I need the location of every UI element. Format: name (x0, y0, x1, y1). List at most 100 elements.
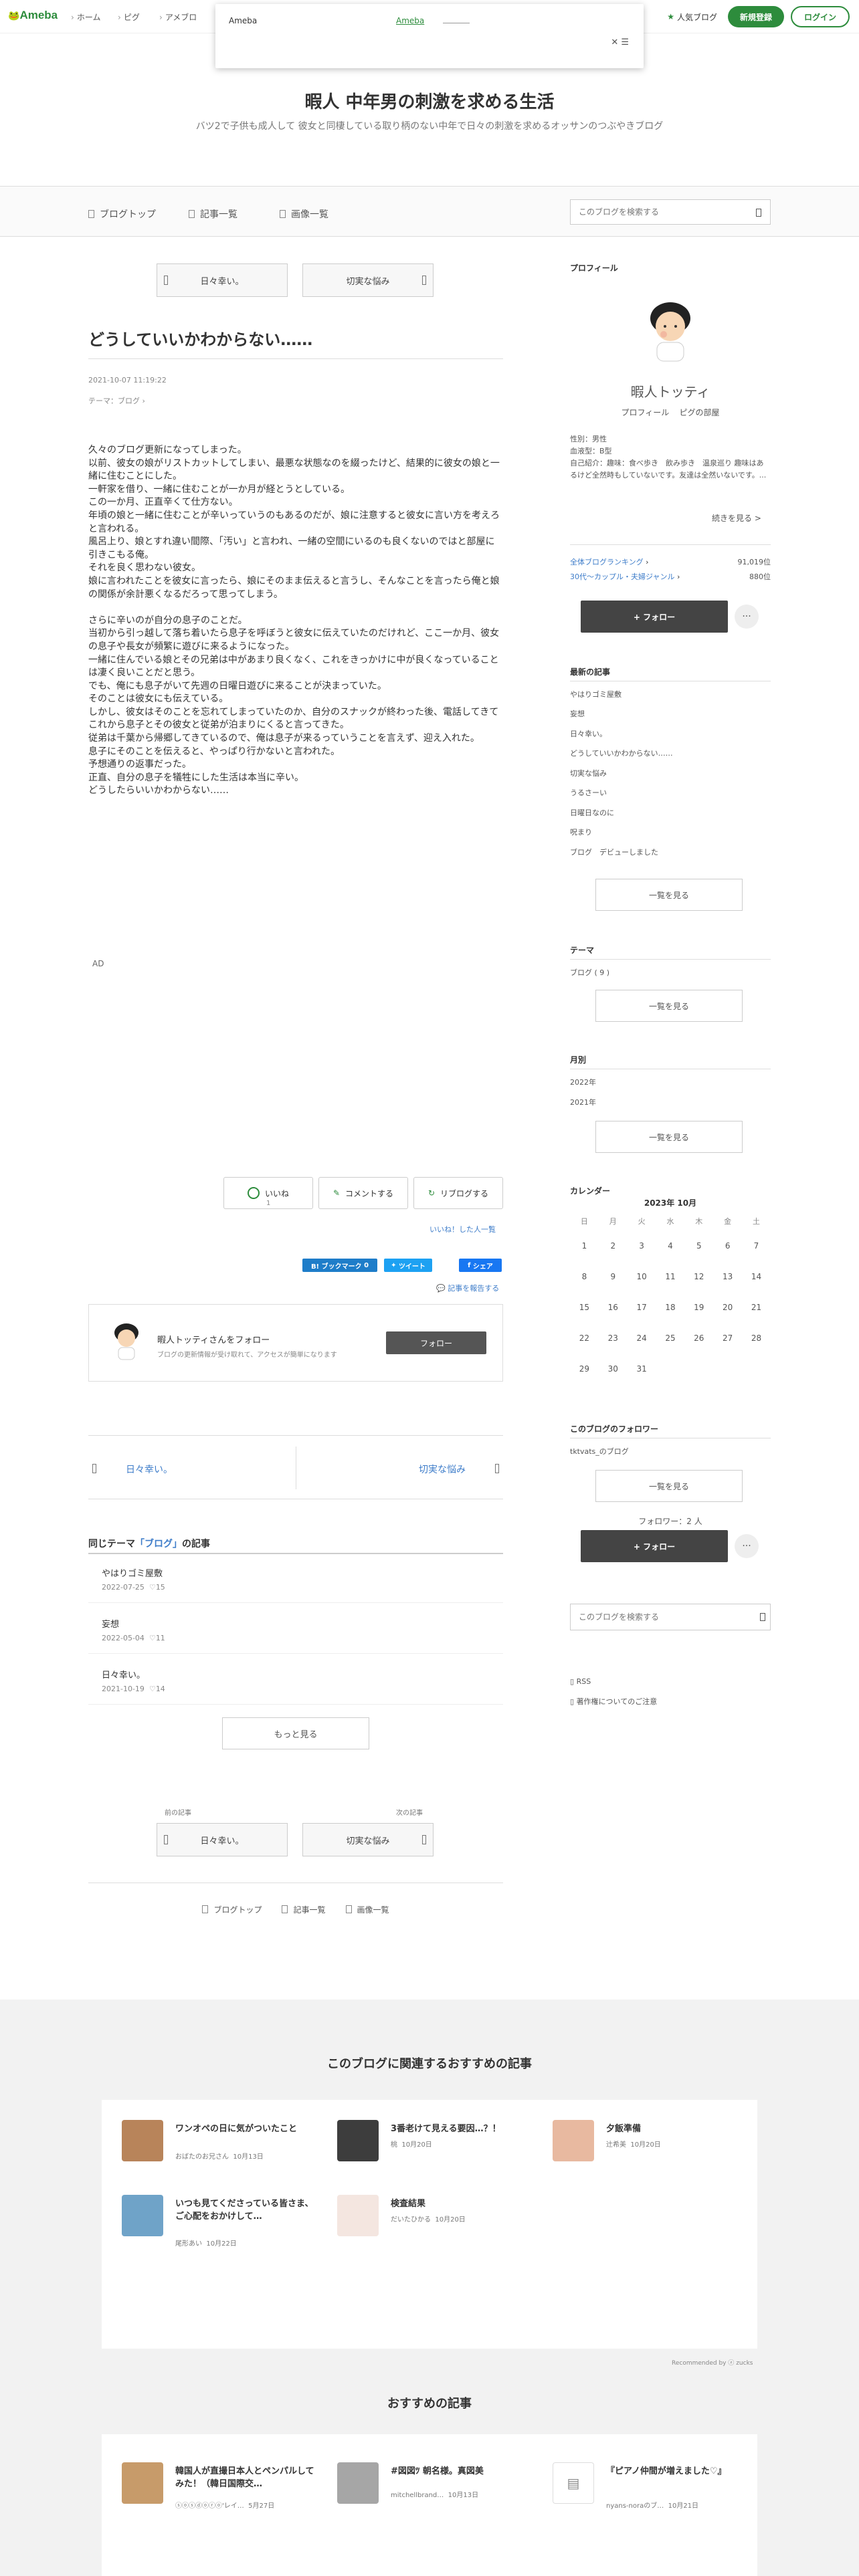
recommend-item[interactable]: 検査結果 だいたひかる 10月20日 (337, 2195, 538, 2255)
month-item-link[interactable]: 2022年 (570, 1077, 596, 1087)
calendar-day: 14 (751, 1272, 762, 1281)
recent-article-link[interactable]: 妄想 (570, 708, 585, 719)
body-paragraph: そのことは彼女にも伝えている。 (88, 693, 229, 705)
facebook-share-button[interactable]: f シェア (459, 1259, 502, 1272)
osusume-item[interactable]: ▤ 『ピアノ仲間が増えました♡』 nyans-noraのブ… 10月21日 (553, 2462, 753, 2523)
theme-list-all-button[interactable]: 一覧を見る (595, 990, 743, 1022)
close-icon[interactable]: ✕ ☰ (611, 37, 629, 47)
list-item[interactable]: 妄想 2022-05-04 ♡11 (102, 1617, 503, 1642)
month-list-all-button[interactable]: 一覧を見る (595, 1121, 743, 1153)
ranking-link[interactable]: 全体ブログランキング (570, 558, 644, 566)
body-paragraph: 以前、彼女の娘がリストカットしてしまい、最悪な状態なのを綴ったけど、結果的に彼女… (88, 457, 500, 482)
recommend-item[interactable]: いつも見てくださっている皆さま、ご心配をおかけして… 尾形あい 10月22日 (122, 2195, 322, 2255)
same-theme-link[interactable]: 「ブログ」 (135, 1539, 182, 1549)
prev-article-button[interactable]: 日々幸い。 (157, 263, 288, 297)
search-icon[interactable] (760, 1613, 765, 1621)
sidebar-follow-button-bottom[interactable]: + フォロー (581, 1530, 728, 1562)
recent-list-all-button[interactable]: 一覧を見る (595, 879, 743, 911)
body-paragraph: 年頃の娘と一緒に住むことが辛いっていうのもあるのだが、娘に注意すると彼女に言い方… (88, 510, 500, 534)
recent-article-link[interactable]: 呪まり (570, 827, 592, 837)
sidebar-search-input[interactable] (570, 1604, 771, 1630)
body-paragraph: 正直、自分の息子を犠牲にした生活は本当に辛い。 (88, 772, 304, 783)
article-body: 久々のブログ更新になってしまった。 以前、彼女の娘がリストカットしてしまい、最悪… (88, 444, 503, 798)
prev-article-link[interactable]: 日々幸い。 (126, 1463, 173, 1476)
register-button[interactable]: 新規登録 (727, 6, 784, 27)
rss-link[interactable]: ▯ RSS (570, 1677, 591, 1686)
followers-list-all-button[interactable]: 一覧を見る (595, 1470, 743, 1502)
blog-title[interactable]: 暇人 中年男の刺激を求める生活 (0, 88, 859, 113)
osusume-item[interactable]: 韓国人が直撮日本人とペンパルしてみた！（韓日国際交… ⓢⓞⓢⓓⓞⓡⓞ'レイ… 5… (122, 2462, 322, 2523)
nav-image-list[interactable]: 画像一覧 (280, 207, 328, 221)
sidebar-follow-button[interactable]: + フォロー (581, 601, 728, 633)
nav-home[interactable]: ホーム (71, 11, 101, 23)
nav-article-list[interactable]: 記事一覧 (189, 207, 237, 221)
recent-article-link[interactable]: うるさーい (570, 787, 607, 798)
osusume-item[interactable]: #図図ﾂ 朝名様。真図美 mitchellbrand… 10月13日 (337, 2462, 538, 2523)
article-title[interactable]: どうしていいかわからない…… (88, 326, 312, 350)
recommend-thumbnail (337, 2195, 379, 2236)
recent-article-link[interactable]: どうしていいかわからない…… (570, 748, 673, 758)
blog-search-input[interactable] (570, 199, 771, 225)
bottom-nav-blog-top[interactable]: ブログトップ (202, 1904, 262, 1915)
ranking-link[interactable]: 30代〜カップル・夫婦ジャンル (570, 572, 674, 581)
next-article-button[interactable]: 切実な悩み (302, 1823, 434, 1856)
calendar-week-row: 8 9 10 11 12 13 14 (570, 1263, 771, 1293)
hatena-bookmark-button[interactable]: B! ブックマーク 0 (302, 1259, 377, 1272)
recent-article-link[interactable]: 日曜日なのに (570, 807, 614, 818)
recommend-item[interactable]: 3番老けて見える要因…？！ 桃 10月20日 (337, 2120, 538, 2180)
prev-article-button[interactable]: 日々幸い。 (157, 1823, 288, 1856)
search-icon[interactable] (756, 209, 761, 217)
profile-link[interactable]: プロフィール (621, 408, 669, 417)
list-item[interactable]: 日々幸い。 2021-10-19 ♡14 (102, 1668, 503, 1693)
copyright-notice-link[interactable]: ▯ 著作権についてのご注意 (570, 1696, 657, 1707)
follow-button[interactable]: フォロー (386, 1331, 486, 1354)
report-article-link[interactable]: 💬 記事を報告する (436, 1283, 499, 1293)
profile-read-more[interactable]: 続きを見る > (712, 512, 761, 524)
same-theme-date: 2021-10-19 (102, 1685, 145, 1693)
bottom-nav-image-list[interactable]: 画像一覧 (345, 1904, 389, 1915)
more-options-icon[interactable]: ··· (735, 1534, 759, 1558)
follower-link[interactable]: tktvats_のブログ (570, 1446, 629, 1457)
like-heart-icon: ♡ (149, 1685, 156, 1693)
next-article-button[interactable]: 切実な悩み (302, 263, 434, 297)
more-button[interactable]: もっと見る (222, 1717, 369, 1749)
recommend-item[interactable]: 夕飯準備 辻希美 10月20日 (553, 2120, 753, 2180)
next-article-link[interactable]: 切実な悩み (419, 1463, 466, 1476)
profile-name[interactable]: 暇人トッティ (570, 381, 771, 401)
nav-pigg[interactable]: ピグ (118, 11, 140, 23)
calendar-day (742, 1364, 771, 1386)
chevron-left-icon (164, 276, 168, 285)
profile-blood-type: 血液型：B型 (570, 447, 612, 455)
dropdown-link[interactable]: Ameba (396, 16, 424, 25)
liked-users-link[interactable]: いいね！した人一覧 (430, 1224, 496, 1235)
recent-article-link[interactable]: 日々幸い。 (570, 728, 607, 739)
body-paragraph: どうしたらいいかわからない…… (88, 785, 229, 796)
recommend-title: ワンオペの日に気がついたこと (175, 2124, 298, 2134)
tweet-button[interactable]: ✦ ツイート (384, 1259, 432, 1272)
theme-item-link[interactable]: ブログ ( 9 ) (570, 967, 609, 978)
calendar-day: 11 (665, 1272, 676, 1281)
recommend-card: ワンオペの日に気がついたこと おばたのお兄さん 10月13日 3番老けて見える要… (102, 2100, 757, 2349)
profile-avatar[interactable] (634, 292, 706, 364)
pigg-room-link[interactable]: ピグの部屋 (680, 408, 720, 417)
theme-link[interactable]: ブログ › (118, 397, 145, 405)
nav-blog-top[interactable]: ブログトップ (88, 207, 156, 221)
chevron-right-icon (422, 276, 426, 285)
weekday-label: 月 (609, 1217, 617, 1226)
osusume-author: ⓢⓞⓢⓓⓞⓡⓞ'レイ… (175, 2502, 244, 2510)
bottom-nav-article-list[interactable]: 記事一覧 (282, 1904, 326, 1915)
popular-blog-link[interactable]: ★ 人気ブログ (663, 6, 721, 27)
comment-button[interactable]: ✎ コメントする (318, 1177, 408, 1209)
ameba-logo[interactable]: 🐸Ameba (8, 9, 58, 22)
recent-article-link[interactable]: やはりゴミ屋敷 (570, 689, 622, 700)
recent-article-link[interactable]: ブログ デビューしました (570, 847, 658, 857)
more-options-icon[interactable]: ··· (735, 605, 759, 629)
list-item[interactable]: やはりゴミ屋敷 2022-07-25 ♡15 (102, 1566, 503, 1592)
recent-article-link[interactable]: 切実な悩み (570, 768, 607, 778)
recommend-item[interactable]: ワンオペの日に気がついたこと おばたのお兄さん 10月13日 (122, 2120, 322, 2180)
calendar-day: 9 (610, 1272, 616, 1281)
nav-ameblo[interactable]: アメブロ (159, 11, 197, 23)
reblog-button[interactable]: ↻ リブログする (413, 1177, 503, 1209)
login-button[interactable]: ログイン (790, 6, 850, 27)
month-item-link[interactable]: 2021年 (570, 1097, 596, 1107)
